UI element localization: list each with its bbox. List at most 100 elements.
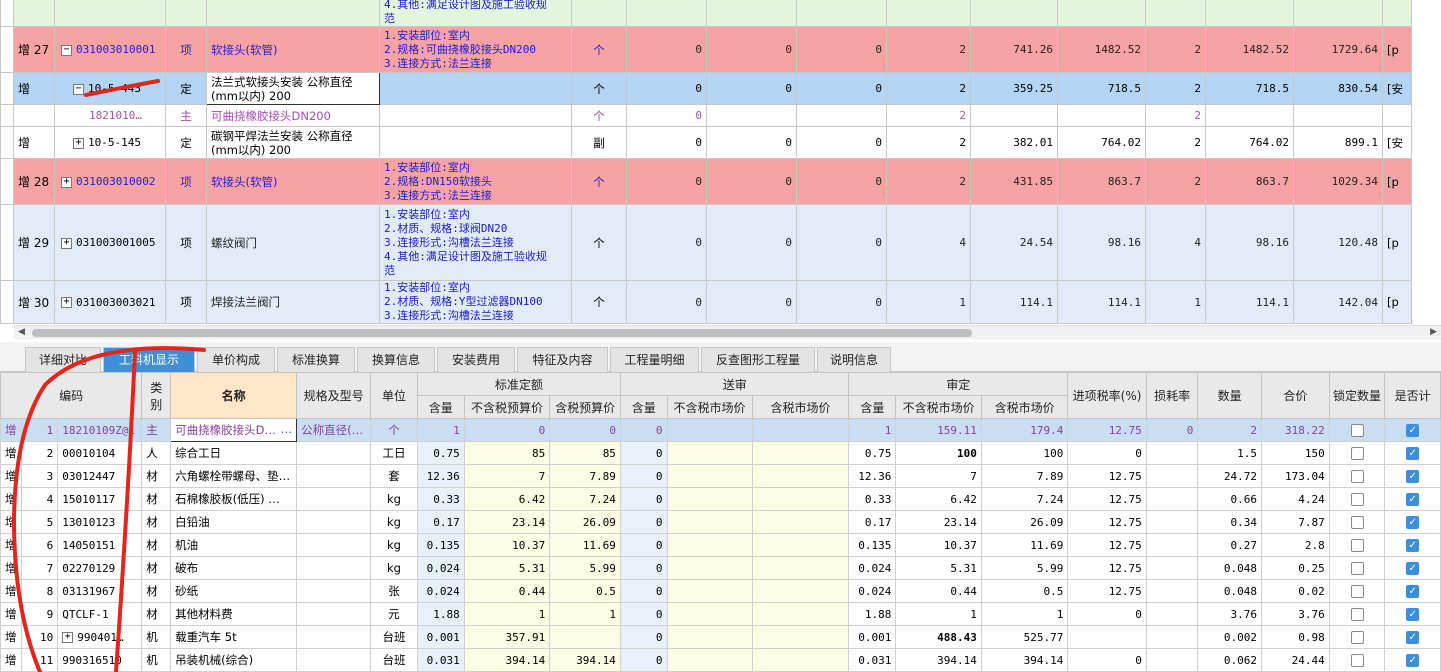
item-value[interactable]: 2 (1145, 126, 1206, 159)
lock-qty-cell[interactable] (1328, 579, 1386, 603)
tab-5[interactable]: 安装费用 (437, 347, 515, 372)
std-qty[interactable]: 1 (416, 418, 465, 442)
item-name[interactable]: 软接头(软管) (206, 26, 380, 73)
item-code[interactable]: −10-5-443 (54, 72, 166, 105)
resource-code[interactable]: +990401… (57, 625, 143, 649)
loss-rate[interactable] (1145, 602, 1199, 626)
resource-name[interactable]: 可曲挠橡胶接头D…… (170, 418, 298, 442)
send-qty[interactable]: 0 (619, 648, 668, 672)
std-ex-budget[interactable]: 6.42 (463, 487, 551, 511)
amount[interactable]: 0.27 (1197, 533, 1263, 557)
is-calc-cell[interactable]: ✓ (1384, 602, 1441, 626)
amount[interactable]: 24.72 (1197, 464, 1263, 488)
audit-ex-market[interactable]: 100 (895, 441, 982, 465)
item-value[interactable]: 2 (886, 72, 971, 105)
std-in-budget[interactable]: 7.24 (549, 487, 621, 511)
resource-row[interactable]: 增 8 03131967 材砂纸张 0.024 0.44 0.5 0 0.024 0.44 0.5 1… (0, 579, 1441, 603)
resource-row[interactable]: 增 7 02270129 材破布 kg 0.024 5.31 5.99 0 0.024 5.31 5.… (0, 556, 1441, 580)
item-name[interactable]: 法兰式软接头安装 公称直径(mm以内) 200 (206, 72, 380, 105)
resource-code[interactable]: 03012447 (57, 464, 143, 488)
resource-row[interactable]: 增 1 18210109Z@1 主可曲挠橡胶接头D…… 公称直径(… 个 1 0 0 0 1 159.… (0, 418, 1441, 442)
lock-qty-checkbox[interactable] (1350, 516, 1364, 529)
expand-icon[interactable]: + (62, 632, 74, 643)
loss-rate[interactable] (1145, 441, 1199, 465)
resource-code[interactable]: 15010117 (57, 487, 143, 511)
item-value[interactable]: 718.5 (1205, 72, 1294, 105)
bill-row[interactable]: 增 +10-5-145 定碳钢平焊法兰安装 公称直径(mm以内) 200 副 0 0 0 2… (0, 126, 1412, 159)
send-in-market[interactable] (751, 579, 850, 603)
row-status[interactable] (13, 0, 55, 27)
resource-spec[interactable] (296, 579, 372, 603)
item-value[interactable] (1205, 104, 1294, 127)
resource-row[interactable]: 增 11 990316510 机吊装机械(综合) 台班 0.031 394.14 394.14… (0, 648, 1441, 672)
col-spec[interactable]: 规格及型号 (296, 372, 372, 419)
col-send-in-market[interactable]: 含税市场价 (751, 395, 850, 419)
audit-ex-market[interactable]: 394.14 (895, 648, 982, 672)
is-calc-checkbox[interactable]: ✓ (1406, 493, 1420, 506)
col-std-in-budget[interactable]: 含税预算价 (549, 395, 621, 419)
row-status[interactable]: 增 (0, 441, 22, 465)
audit-in-market[interactable]: 26.09 (980, 510, 1069, 534)
col-is-calc[interactable]: 是否计 (1384, 372, 1441, 419)
row-status[interactable]: 增 (0, 487, 22, 511)
tab-6[interactable]: 特征及内容 (517, 347, 608, 372)
item-value[interactable]: 0 (626, 204, 707, 281)
row-status[interactable]: 增 (0, 533, 22, 557)
col-send-ex-market[interactable]: 不含税市场价 (666, 395, 753, 419)
amount[interactable]: 0.048 (1197, 579, 1263, 603)
audit-qty[interactable]: 0.17 (848, 510, 897, 534)
audit-ex-market[interactable]: 7 (895, 464, 982, 488)
tax-rate[interactable] (1067, 625, 1147, 649)
tax-rate[interactable]: 12.75 (1067, 418, 1147, 442)
item-code[interactable]: +10-5-145 (54, 126, 166, 159)
item-value[interactable] (1057, 0, 1146, 27)
loss-rate[interactable] (1145, 648, 1199, 672)
scrollbar-thumb[interactable] (32, 329, 972, 337)
bill-row[interactable]: 1821010… 主可曲挠橡胶接头DN200 个 0 2 2 (0, 104, 1412, 127)
item-value[interactable]: 2 (886, 126, 971, 159)
item-value[interactable] (706, 0, 797, 27)
item-value[interactable]: 0 (626, 104, 707, 127)
std-in-budget[interactable]: 26.09 (549, 510, 621, 534)
col-amount[interactable]: 数量 (1197, 372, 1263, 419)
item-value[interactable]: 0 (706, 158, 797, 205)
tax-rate[interactable]: 12.75 (1067, 579, 1147, 603)
std-ex-budget[interactable]: 7 (463, 464, 551, 488)
is-calc-checkbox[interactable]: ✓ (1406, 516, 1420, 529)
item-value[interactable]: 120.48 (1293, 204, 1383, 281)
audit-in-market[interactable]: 7.24 (980, 487, 1069, 511)
bill-row[interactable]: 增 −10-5-443 定法兰式软接头安装 公称直径(mm以内) 200 个 0 0 0 2… (0, 72, 1412, 105)
send-qty[interactable]: 0 (619, 418, 668, 442)
lock-qty-cell[interactable] (1328, 556, 1386, 580)
lock-qty-cell[interactable] (1328, 648, 1386, 672)
scroll-left-arrow-icon[interactable]: ◀ (18, 327, 25, 337)
std-ex-budget[interactable]: 10.37 (463, 533, 551, 557)
col-audit-in-market[interactable]: 含税市场价 (980, 395, 1069, 419)
send-ex-market[interactable] (666, 648, 753, 672)
resource-row[interactable]: 增 5 13010123 材白铅油 kg 0.17 23.14 26.09 0 0.17 23.14… (0, 510, 1441, 534)
item-value[interactable]: 0 (626, 26, 707, 73)
resource-name[interactable]: 载重汽车 5t (170, 625, 298, 649)
resource-spec[interactable]: 公称直径(… (296, 418, 372, 442)
item-code[interactable]: +031003003021 (54, 280, 166, 324)
item-value[interactable] (1205, 0, 1294, 27)
tax-rate[interactable]: 0 (1067, 602, 1147, 626)
std-ex-budget[interactable]: 394.14 (463, 648, 551, 672)
item-value[interactable]: 1482.52 (1057, 26, 1146, 73)
col-total[interactable]: 合价 (1261, 372, 1330, 419)
lock-qty-cell[interactable] (1328, 510, 1386, 534)
resource-row[interactable]: 增 10 +990401… 机载重汽车 5t 台班 0.001 357.91 0 0.001 48… (0, 625, 1441, 649)
collapse-icon[interactable]: − (61, 44, 72, 56)
lock-qty-checkbox[interactable] (1350, 585, 1364, 598)
is-calc-checkbox[interactable]: ✓ (1406, 608, 1420, 621)
audit-ex-market[interactable]: 1 (895, 602, 982, 626)
is-calc-checkbox[interactable]: ✓ (1406, 539, 1420, 552)
item-value[interactable] (886, 0, 971, 27)
item-value[interactable]: 98.16 (1057, 204, 1146, 281)
loss-rate[interactable] (1145, 487, 1199, 511)
item-value[interactable] (1293, 104, 1383, 127)
tab-0[interactable]: 详细对比 (25, 347, 101, 372)
item-name[interactable] (206, 0, 380, 27)
amount[interactable]: 0.062 (1197, 648, 1263, 672)
expand-icon[interactable]: + (61, 297, 72, 308)
